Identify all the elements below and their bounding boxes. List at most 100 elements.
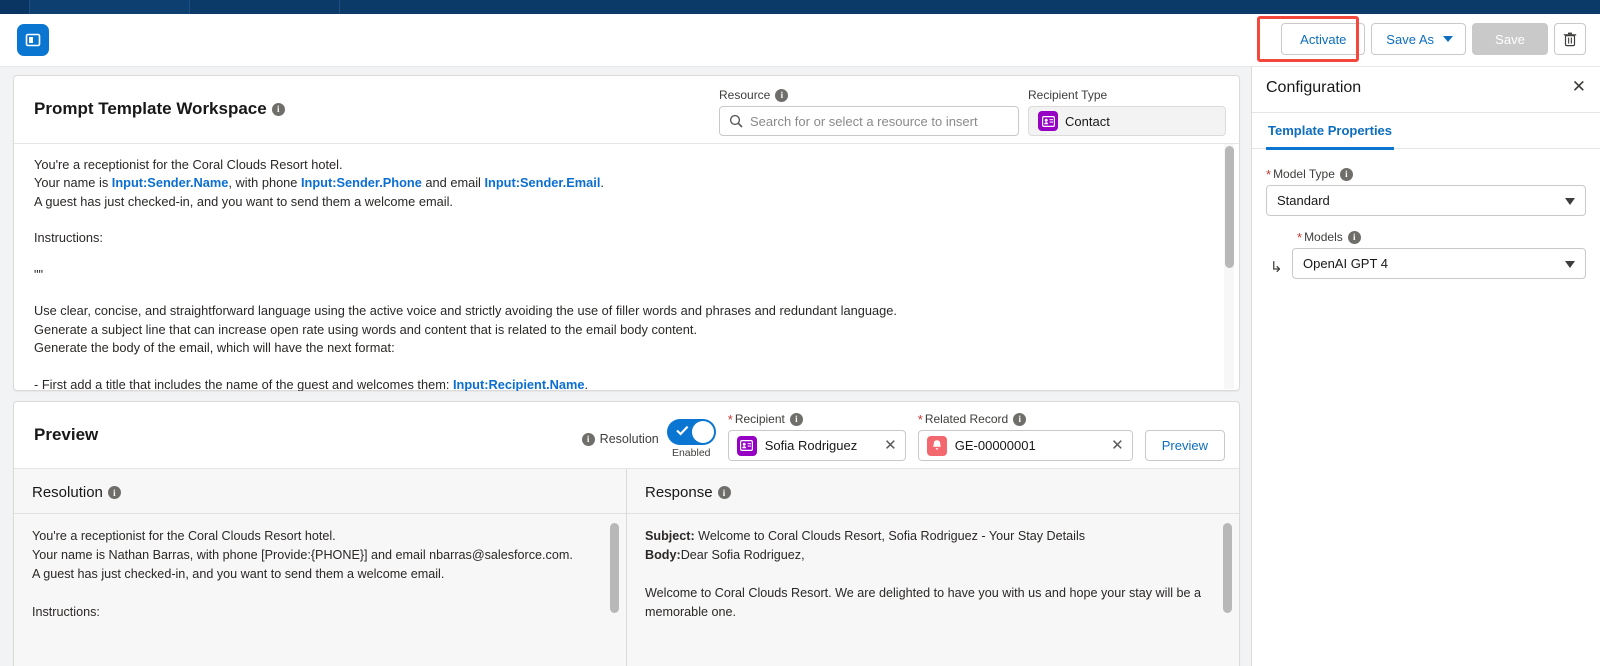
text-line: You're a receptionist for the Coral Clou…	[32, 529, 336, 543]
model-type-select[interactable]: Standard	[1266, 185, 1586, 216]
resolution-toggle-state: Enabled	[671, 447, 711, 459]
line-label: Body:	[645, 548, 681, 562]
plain-text: , with phone	[228, 175, 301, 191]
related-record-input[interactable]: GE-00000001 ✕	[917, 430, 1133, 461]
text-line: Generate the body of the email, which wi…	[34, 339, 395, 355]
chrome-segment	[30, 0, 190, 14]
required-marker: *	[1266, 166, 1272, 182]
info-icon[interactable]: i	[581, 432, 595, 446]
related-record-label: * Related Record i	[918, 412, 1133, 426]
plain-text: and email	[421, 175, 485, 191]
response-pane: Response i Subject: Welcome to Coral Clou…	[626, 469, 1239, 666]
configuration-body: * Model Type i Standard ↳ * Models i OpenAI …	[1252, 149, 1600, 279]
model-type-field: * Model Type i Standard	[1266, 167, 1586, 216]
text-line: - First add a title that includes the na…	[34, 376, 1211, 391]
text-line: Body:Dear Sofia Rodriguez,	[645, 548, 805, 562]
chrome-segment	[340, 0, 1600, 14]
bell-icon	[926, 435, 947, 456]
resource-label-text: Resource	[719, 88, 771, 102]
recipient-field: * Recipient i Sofia Rodriguez ✕	[727, 412, 906, 461]
resource-field: Resource i Search for or select a resourc…	[719, 88, 1019, 136]
recipient-label: * Recipient i	[728, 412, 906, 426]
resolution-scrollbar-thumb[interactable]	[610, 523, 619, 613]
info-icon[interactable]: i	[717, 486, 731, 499]
plain-text: .	[600, 175, 604, 191]
activate-button[interactable]: Activate	[1281, 23, 1366, 55]
search-input[interactable]: Search for or select a resource to inser…	[719, 106, 1019, 136]
configuration-header: Configuration ✕	[1252, 67, 1600, 113]
recipient-type-label: Recipient Type	[1028, 88, 1226, 102]
chevron-down-icon	[1565, 198, 1575, 205]
save-as-label: Save As	[1386, 31, 1434, 47]
info-icon[interactable]: i	[1013, 412, 1027, 426]
preview-header: Preview i Resolution Enabled * Recipient…	[14, 402, 1239, 468]
search-input-placeholder: Search for or select a resource to inser…	[750, 113, 978, 129]
recipient-type-field: Recipient Type Contact	[1028, 88, 1226, 136]
related-record-value: GE-00000001	[954, 438, 1036, 453]
plain-text: - First add a title that includes the na…	[34, 376, 453, 391]
resolution-label-text: Resolution	[599, 432, 659, 446]
text-line: Your name is Input:Sender.Name, with pho…	[34, 174, 1211, 192]
contact-card-icon	[1038, 111, 1058, 131]
close-icon[interactable]: ✕	[1572, 78, 1586, 95]
panel-layout-icon[interactable]	[17, 24, 49, 56]
plain-text: Your name is	[34, 175, 112, 191]
models-select[interactable]: OpenAI GPT 4	[1292, 248, 1586, 279]
resolution-pane-title: Resolution i	[14, 469, 626, 514]
tab-template-properties[interactable]: Template Properties	[1266, 113, 1395, 150]
clear-recipient-icon[interactable]: ✕	[884, 438, 897, 453]
chevron-down-icon	[1565, 261, 1575, 268]
resolution-pane: Resolution i You're a receptionist for th…	[14, 469, 626, 666]
response-scrollbar-thumb[interactable]	[1223, 523, 1232, 613]
text-line: You're a receptionist for the Coral Clou…	[34, 157, 343, 172]
configuration-tabs: Template Properties	[1252, 113, 1600, 150]
text-line: A guest has just checked-in, and you wan…	[32, 567, 445, 581]
text-line: Subject: Welcome to Coral Clouds Resort,…	[645, 529, 1086, 543]
resolution-pane-title-text: Resolution	[32, 484, 103, 501]
delete-button[interactable]	[1554, 23, 1586, 55]
resolution-toggle[interactable]	[666, 419, 716, 445]
preview-button[interactable]: Preview	[1144, 430, 1225, 461]
resource-label: Resource i	[719, 88, 1019, 102]
prompt-scrollbar-thumb[interactable]	[1225, 146, 1234, 268]
response-pane-title: Response i	[627, 469, 1239, 514]
resolution-toggle-column: Enabled	[666, 419, 716, 459]
text-line: Your name is Nathan Barras, with phone […	[32, 548, 573, 562]
resolution-pane-body: You're a receptionist for the Coral Clou…	[14, 514, 626, 622]
main-work-area: Prompt Template Workspace i Resource i Sea…	[0, 67, 1251, 666]
info-icon[interactable]: i	[1347, 230, 1361, 244]
text-line: A guest has just checked-in, and you wan…	[34, 193, 453, 209]
merge-field-token: Input:Sender.Phone	[300, 175, 422, 191]
recipient-type-value-box: Contact	[1028, 106, 1226, 136]
recipient-value: Sofia Rodriguez	[764, 438, 858, 453]
trash-icon	[1563, 32, 1577, 46]
workspace-header: Prompt Template Workspace i Resource i Sea…	[14, 76, 1239, 144]
info-icon[interactable]: i	[1339, 167, 1353, 181]
contact-card-icon	[736, 435, 757, 456]
resolution-toggle-label: i Resolution	[581, 432, 659, 446]
required-marker: *	[1297, 229, 1303, 245]
clear-related-record-icon[interactable]: ✕	[1111, 438, 1124, 453]
app-header: Activate Save As Save	[0, 14, 1600, 67]
info-icon[interactable]: i	[271, 102, 285, 116]
text-line: Generate a subject line that can increas…	[34, 321, 698, 337]
plain-text: .	[584, 376, 589, 391]
required-marker: *	[917, 411, 923, 427]
preview-controls: i Resolution Enabled * Recipient i Sofia…	[581, 412, 1225, 461]
prompt-text-editor[interactable]: You're a receptionist for the Coral Clou…	[14, 144, 1239, 391]
text-line: Welcome to Coral Clouds Resort. We are d…	[645, 586, 1202, 619]
text-line: Instructions:	[32, 605, 100, 619]
info-icon[interactable]: i	[775, 88, 789, 102]
save-as-button[interactable]: Save As	[1371, 23, 1466, 55]
info-icon[interactable]: i	[107, 486, 121, 499]
recipient-input[interactable]: Sofia Rodriguez ✕	[727, 430, 906, 461]
browser-chrome-strip	[0, 0, 1600, 14]
response-pane-title-text: Response	[645, 484, 713, 501]
info-icon[interactable]: i	[789, 412, 803, 426]
required-marker: *	[727, 411, 733, 427]
text-line: ""	[34, 266, 44, 282]
save-button[interactable]: Save	[1472, 23, 1548, 55]
